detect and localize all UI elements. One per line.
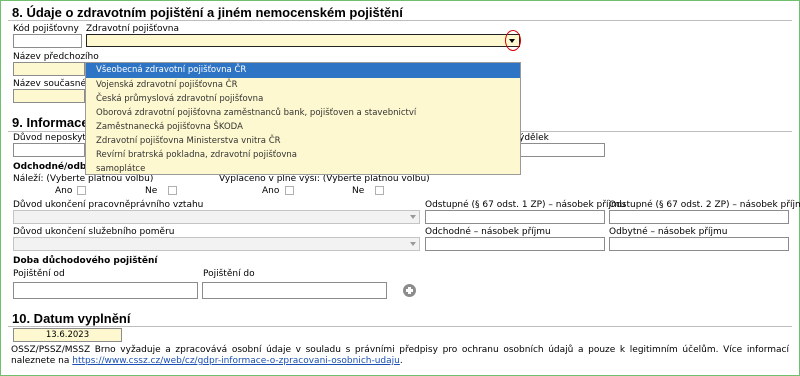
privacy-link[interactable]: https://www.cssz.cz/web/cz/gdpr-informac…	[72, 356, 400, 366]
section10-rule	[8, 326, 792, 327]
earnings-label: ýdělek	[519, 133, 549, 143]
privacy-link-suffix: .	[399, 356, 403, 366]
insurer-option[interactable]: Zdravotní pojišťovna Ministerstva vnitra…	[86, 134, 520, 149]
highlight-circle	[505, 30, 521, 51]
odstupne2-label: Odstupné (§ 67 odst. 2 ZP) – násobek pří…	[609, 200, 800, 210]
insurer-option[interactable]: Všeobecná zdravotní pojišťovna ČR	[86, 63, 520, 78]
paid-yes-checkbox[interactable]	[285, 186, 294, 195]
insurer-select[interactable]	[86, 34, 520, 47]
chevron-down-icon	[410, 242, 416, 246]
odstupne2-input[interactable]	[609, 210, 789, 224]
end-employment-label: Důvod ukončení pracovněprávního vztahu	[13, 200, 204, 210]
prev-name-label: Název předchozího	[13, 52, 99, 62]
prev-name-input[interactable]	[13, 62, 85, 76]
section8-rule	[8, 20, 792, 21]
insurer-option[interactable]: Oborová zdravotní pojišťovna zaměstnanců…	[86, 106, 520, 121]
odbytne-input[interactable]	[609, 237, 789, 251]
end-service-label: Důvod ukončení služebního poměru	[13, 227, 175, 237]
insurance-from-input[interactable]	[13, 282, 198, 299]
entitled-no-checkbox[interactable]	[168, 186, 177, 195]
insurer-code-label: Kód pojišťovny	[13, 24, 79, 34]
paid-yes-label: Ano	[262, 186, 280, 196]
odbytne-label: Odbytné – násobek příjmu	[609, 227, 728, 237]
insurer-dropdown-list: Všeobecná zdravotní pojišťovna ČR Vojens…	[85, 62, 521, 175]
end-service-select[interactable]	[13, 237, 420, 251]
reason-nonpaid-input[interactable]	[13, 143, 85, 157]
section8-title: 8. Údaje o zdravotním pojištění a jiném …	[12, 5, 403, 20]
add-period-button[interactable]	[403, 284, 416, 297]
insurance-to-label: Pojištění do	[203, 269, 255, 279]
odstupne1-input[interactable]	[425, 210, 605, 224]
curr-name-input[interactable]	[13, 89, 85, 103]
entitled-yes-checkbox[interactable]	[77, 186, 86, 195]
insurer-option[interactable]: Česká průmyslová zdravotní pojišťovna	[86, 92, 520, 107]
chevron-down-icon	[410, 215, 416, 219]
insurer-option[interactable]: samoplátce	[86, 162, 520, 177]
plus-icon-vertical	[408, 287, 411, 294]
privacy-notice: OSSZ/PSSZ/MSSZ Brno vyžaduje a zpracováv…	[11, 345, 789, 367]
date-input[interactable]: 13.6.2023	[13, 328, 122, 342]
insurer-option[interactable]: Vojenská zdravotní pojišťovna ČR	[86, 78, 520, 93]
insurance-from-label: Pojištění od	[13, 269, 65, 279]
entitled-yes-label: Ano	[55, 186, 73, 196]
entitled-no-label: Ne	[145, 186, 158, 196]
insurer-code-input[interactable]	[13, 34, 82, 48]
odchodne-input[interactable]	[425, 237, 605, 251]
odstupne1-label: Odstupné (§ 67 odst. 1 ZP) – násobek pří…	[425, 200, 626, 210]
paid-no-label: Ne	[352, 186, 365, 196]
section10-title: 10. Datum vyplnění	[12, 311, 131, 326]
insurance-to-input[interactable]	[202, 282, 387, 299]
pension-title: Doba důchodového pojištění	[13, 256, 158, 266]
insurer-option[interactable]: Revírní bratrská pokladna, zdravotní poj…	[86, 148, 520, 163]
odchodne-label: Odchodné – násobek příjmu	[425, 227, 551, 237]
paid-no-checkbox[interactable]	[375, 186, 384, 195]
insurer-option[interactable]: Zaměstnanecká pojišťovna ŠKODA	[86, 120, 520, 135]
insurer-label: Zdravotní pojišťovna	[86, 24, 180, 34]
end-employment-select[interactable]	[13, 210, 420, 224]
severance-label: Odchodné/odbyt	[13, 162, 97, 172]
